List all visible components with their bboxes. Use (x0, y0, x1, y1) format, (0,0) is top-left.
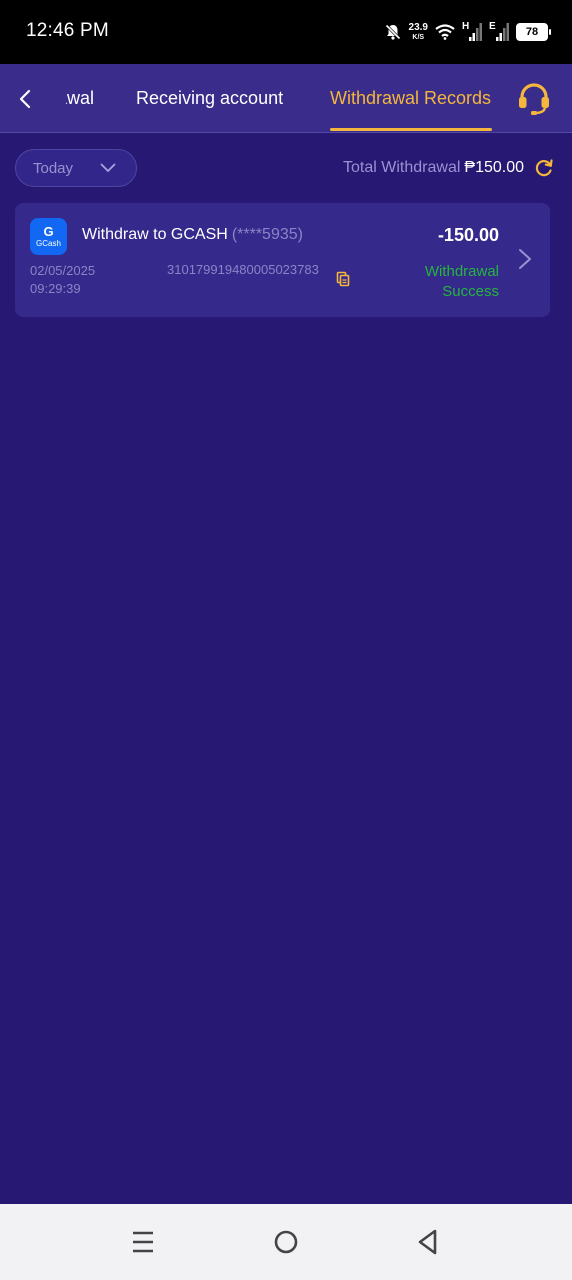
record-amount: -150.00 (437, 225, 499, 245)
gcash-logo: G GCash (30, 218, 67, 255)
status-time: 12:46 PM (26, 20, 109, 41)
record-title-text: Withdraw to GCASH (82, 226, 228, 243)
menu-icon[interactable] (129, 1228, 157, 1256)
date-filter-dropdown[interactable]: Today (15, 149, 137, 187)
total-withdrawal: Total Withdrawal ₱150.00 (343, 159, 524, 177)
chevron-left-icon[interactable] (12, 86, 38, 112)
gcash-logo-mark: G (43, 224, 54, 239)
chevron-down-icon (100, 163, 116, 172)
record-status: Withdrawal Success (389, 262, 499, 302)
record-datetime: 02/05/2025 09:29:39 (30, 262, 95, 298)
withdrawal-record-card[interactable]: G GCash Withdraw to GCASH (****5935) -150… (15, 203, 550, 317)
wifi-icon (435, 24, 455, 40)
record-status-line1: Withdrawal (424, 263, 499, 280)
record-account-masked: (****5935) (231, 226, 303, 243)
headset-icon[interactable] (516, 80, 552, 116)
total-withdrawal-label: Total Withdrawal (343, 159, 461, 176)
signal-icon: E (489, 21, 509, 43)
record-title: Withdraw to GCASH (****5935) (82, 226, 303, 244)
total-withdrawal-amount: ₱150.00 (464, 159, 524, 176)
record-date: 02/05/2025 (30, 263, 96, 278)
mute-icon (384, 24, 401, 40)
tab-withdrawal-records[interactable]: Withdrawal Records (330, 88, 491, 109)
date-filter-value: Today (33, 159, 74, 177)
home-icon[interactable] (272, 1228, 300, 1256)
tab-header: Withdrawal Receiving account Withdrawal … (0, 64, 572, 133)
network-speed: 23.9 K/S (408, 22, 428, 42)
status-icons: 23.9 K/S H E 78 (384, 18, 551, 46)
battery-level: 78 (525, 26, 539, 38)
active-tab-indicator (330, 128, 492, 131)
status-bar: 12:46 PM 23.9 K/S H E 78 (0, 0, 572, 64)
copy-icon[interactable] (335, 271, 351, 287)
record-time: 09:29:39 (30, 281, 81, 296)
refresh-icon[interactable] (534, 158, 554, 178)
record-transaction-id: 310179919480005023783 (167, 262, 319, 277)
battery-icon: 78 (516, 23, 551, 41)
chevron-right-icon[interactable] (517, 248, 533, 270)
back-icon[interactable] (414, 1228, 442, 1256)
gcash-logo-caption: GCash (36, 239, 61, 248)
network-speed-value: 23.9 (408, 22, 428, 33)
network-speed-unit: K/S (412, 34, 425, 41)
tab-withdrawal[interactable]: Withdrawal (66, 88, 94, 109)
signal-icon: H (462, 21, 482, 43)
system-navigation-bar (0, 1204, 572, 1280)
record-status-line2: Success (442, 283, 499, 300)
tab-receiving-account[interactable]: Receiving account (136, 88, 283, 109)
